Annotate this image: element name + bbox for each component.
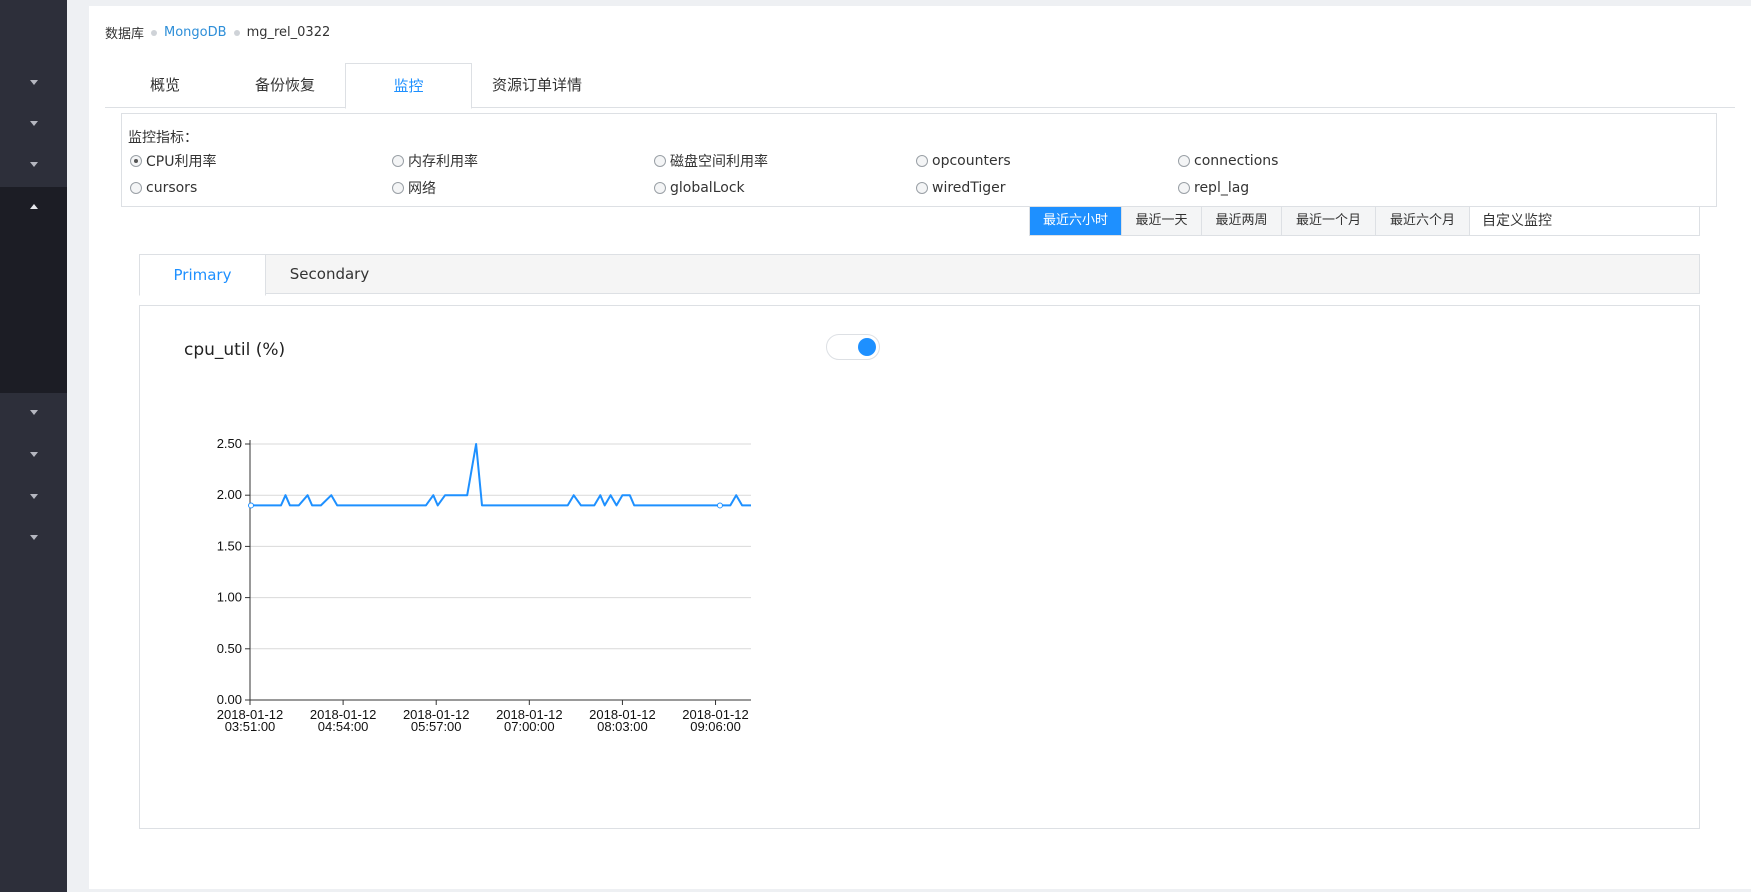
chevron-up-icon — [29, 203, 38, 209]
metric-radio-label: 磁盘空间利用率 — [670, 154, 768, 170]
metric-radio-label: CPU利用率 — [146, 154, 217, 170]
metric-radio-wiredtiger[interactable]: wiredTiger — [916, 179, 1006, 197]
breadcrumb-separator — [233, 29, 240, 36]
chevron-down-icon — [29, 409, 38, 415]
chart-panel: cpu_util (%) 0.00 0.50 1.00 1.50 2.00 2.50 201… — [139, 305, 1700, 829]
x-tick-label-time: 04:54:00 — [318, 719, 369, 734]
tab-monitor[interactable]: 监控 — [345, 63, 472, 109]
sidebar-item-1[interactable] — [0, 67, 67, 97]
metric-radio-opcounters[interactable]: opcounters — [916, 152, 1011, 170]
metric-radio-label: cursors — [146, 180, 198, 196]
chevron-down-icon — [29, 161, 38, 167]
y-tick-label: 2.00 — [217, 487, 242, 502]
tab-secondary[interactable]: Secondary — [266, 254, 393, 295]
toggle-knob — [858, 338, 876, 356]
breadcrumb: 数据库 MongoDB mg_rel_0322 — [105, 23, 330, 42]
cpu-line-chart: 0.000.501.001.502.002.502018-01-1203:51:… — [217, 436, 752, 734]
radio-icon[interactable] — [392, 155, 404, 167]
metric-radio-label: wiredTiger — [932, 180, 1006, 196]
sidebar — [0, 0, 67, 892]
sidebar-item-8[interactable] — [0, 522, 67, 552]
sidebar-item-4-expanded[interactable] — [0, 191, 67, 221]
metric-radio-cpu[interactable]: CPU利用率 — [130, 152, 216, 170]
sidebar-item-6[interactable] — [0, 439, 67, 469]
time-btn-6h[interactable]: 最近六小时 — [1030, 207, 1122, 235]
chevron-down-icon — [29, 493, 38, 499]
radio-icon[interactable] — [1178, 155, 1190, 167]
sidebar-item-7[interactable] — [0, 481, 67, 511]
breadcrumb-separator — [151, 29, 158, 36]
radio-icon[interactable] — [916, 155, 928, 167]
tab-backup-restore[interactable]: 备份恢复 — [225, 63, 345, 108]
metric-radio-network[interactable]: 网络 — [392, 179, 436, 197]
radio-icon[interactable] — [654, 182, 666, 194]
x-tick-label-time: 09:06:00 — [690, 719, 741, 734]
radio-icon[interactable] — [654, 155, 666, 167]
y-tick-label: 1.00 — [217, 590, 242, 605]
radio-icon[interactable] — [392, 182, 404, 194]
x-tick-label-time: 07:00:00 — [504, 719, 555, 734]
chevron-down-icon — [29, 534, 38, 540]
breadcrumb-item-mongodb[interactable]: MongoDB — [164, 25, 227, 40]
metric-radio-cursors[interactable]: cursors — [130, 179, 197, 197]
radio-icon[interactable] — [1178, 182, 1190, 194]
breadcrumb-item-database[interactable]: 数据库 — [105, 23, 144, 42]
custom-monitor-button[interactable]: 自定义监控 — [1470, 207, 1699, 235]
metrics-label: 监控指标： — [128, 130, 198, 146]
x-tick-label-time: 05:57:00 — [411, 719, 462, 734]
series-line — [250, 443, 751, 507]
metric-radio-label: opcounters — [932, 153, 1011, 169]
chevron-down-icon — [29, 79, 38, 85]
x-tick-label-time: 08:03:00 — [597, 719, 648, 734]
tab-resource-order[interactable]: 资源订单详情 — [472, 63, 602, 108]
metric-radio-label: repl_lag — [1194, 180, 1250, 196]
time-range-selector: 最近六小时 最近一天 最近两周 最近一个月 最近六个月 自定义监控 — [1029, 206, 1700, 236]
data-point-marker — [248, 502, 254, 509]
time-btn-1m[interactable]: 最近一个月 — [1282, 207, 1376, 235]
metric-radio-memory[interactable]: 内存利用率 — [392, 152, 478, 170]
tab-overview[interactable]: 概览 — [105, 63, 225, 108]
y-tick-label: 0.50 — [217, 641, 242, 656]
main-panel: 数据库 MongoDB mg_rel_0322 概览 备份恢复 监控 资源订单详… — [89, 6, 1751, 889]
chevron-down-icon — [29, 451, 38, 457]
sidebar-item-5[interactable] — [0, 397, 67, 427]
y-tick-label: 0.00 — [217, 692, 242, 707]
x-tick-label-time: 03:51:00 — [225, 719, 276, 734]
metric-radio-connections[interactable]: connections — [1178, 152, 1278, 170]
metric-radio-repl-lag[interactable]: repl_lag — [1178, 179, 1249, 197]
metrics-selector: 监控指标： CPU利用率 内存利用率 磁盘空间利用率 opcounters co… — [121, 113, 1717, 207]
time-btn-6m[interactable]: 最近六个月 — [1376, 207, 1470, 235]
chevron-down-icon — [29, 120, 38, 126]
metric-radio-disk[interactable]: 磁盘空间利用率 — [654, 152, 768, 170]
breadcrumb-item-instance: mg_rel_0322 — [246, 25, 331, 40]
metric-radio-label: 内存利用率 — [408, 154, 478, 170]
metric-radio-label: connections — [1194, 153, 1279, 169]
y-tick-label: 2.50 — [217, 436, 242, 451]
metric-radio-label: globalLock — [670, 180, 745, 196]
radio-checked-icon[interactable] — [130, 155, 142, 167]
radio-icon[interactable] — [130, 182, 142, 194]
radio-icon[interactable] — [916, 182, 928, 194]
sidebar-item-2[interactable] — [0, 108, 67, 138]
sidebar-item-3[interactable] — [0, 149, 67, 179]
data-point-marker — [716, 502, 723, 509]
metric-radio-globallock[interactable]: globalLock — [654, 179, 745, 197]
tab-primary[interactable]: Primary — [139, 254, 266, 296]
time-btn-1d[interactable]: 最近一天 — [1122, 207, 1202, 235]
main-tabs: 概览 备份恢复 监控 资源订单详情 — [105, 63, 1735, 109]
metric-radio-label: 网络 — [408, 181, 436, 197]
y-tick-label: 1.50 — [217, 538, 242, 553]
node-tabs: Primary Secondary — [139, 254, 1700, 296]
time-btn-2w[interactable]: 最近两周 — [1202, 207, 1282, 235]
